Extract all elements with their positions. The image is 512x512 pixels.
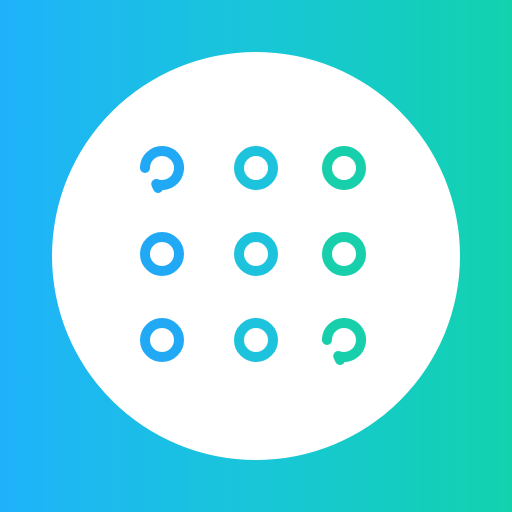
pattern-lock-app-icon: [0, 0, 512, 512]
pattern-lock-icon: [52, 52, 460, 460]
icon-white-disc: [52, 52, 460, 460]
